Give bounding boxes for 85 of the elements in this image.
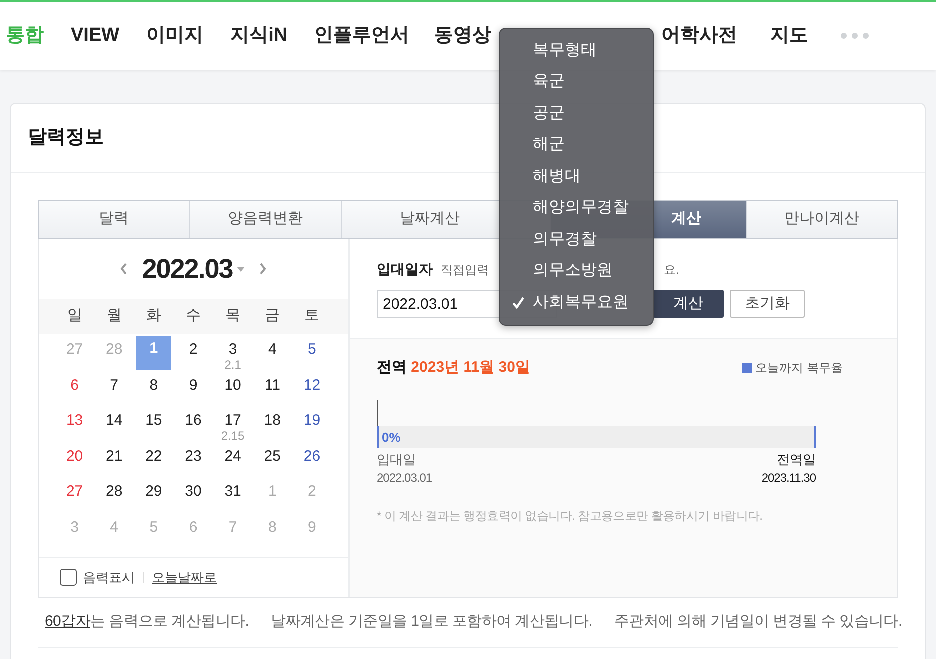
result-label: 전역 — [377, 359, 407, 376]
hint-text: 직접입력 — [441, 262, 489, 278]
calendar-day[interactable]: 28 — [106, 483, 123, 501]
calendar-day[interactable]: 10 — [224, 376, 242, 394]
calendar-day[interactable]: 9 — [189, 376, 198, 394]
lunar-date: 2.15 — [221, 430, 245, 443]
calendar-day[interactable]: 24 — [224, 448, 242, 466]
tab[interactable]: 만나이계산 — [746, 201, 898, 238]
tab[interactable]: 달력 — [39, 201, 190, 238]
menu-item[interactable]: 의무소방원 — [500, 256, 653, 287]
calendar-day[interactable]: 6 — [70, 376, 79, 394]
calendar-day[interactable]: 20 — [66, 448, 84, 466]
weekday-label: 토 — [304, 306, 321, 326]
calendar-day[interactable]: 31 — [224, 483, 242, 501]
calendar-day[interactable]: 23 — [185, 448, 202, 466]
tab[interactable]: 양음력변환 — [189, 201, 341, 238]
previous-icon[interactable] — [120, 263, 128, 275]
today-link[interactable]: 오늘날짜로 — [152, 568, 217, 588]
lunar-date: 2.1 — [224, 359, 242, 372]
progress-percent: 0% — [382, 428, 401, 446]
menu-item[interactable]: 육군 — [500, 66, 653, 98]
card-title: 달력정보 — [28, 126, 104, 150]
calendar-day[interactable]: 14 — [106, 412, 123, 430]
menu-item[interactable]: 해병대 — [500, 161, 653, 192]
calendar-day[interactable]: 15 — [146, 412, 162, 430]
calendar-day[interactable]: 7 — [110, 376, 119, 394]
calendar-day[interactable]: 12 — [304, 376, 321, 394]
nav-tab[interactable]: 지식iN — [230, 22, 288, 50]
weekday-label: 수 — [184, 306, 202, 326]
reset-button[interactable]: 초기화 — [730, 290, 805, 318]
disclaimer-text: * 이 계산 결과는 행정효력이 없습니다. 참고용으로만 활용하시기 바랍니다. — [377, 508, 764, 525]
calculate-button[interactable]: 계산 — [653, 290, 724, 318]
menu-item[interactable]: 복무형태 — [500, 35, 653, 66]
nav-tab[interactable]: 동영상 — [434, 22, 492, 50]
calendar-day[interactable]: 21 — [106, 448, 123, 466]
weekday-label: 일 — [66, 306, 84, 326]
hint-text: 요. — [664, 262, 680, 278]
menu-item[interactable]: 공군 — [500, 98, 653, 130]
calendar-day[interactable]: 8 — [150, 376, 158, 394]
more-icon[interactable] — [840, 33, 869, 39]
calendar-day[interactable]: 19 — [304, 412, 321, 430]
calendar-day[interactable]: 29 — [146, 483, 162, 501]
calendar-day[interactable]: 26 — [304, 448, 321, 466]
month-title[interactable]: 2022.03 — [142, 248, 233, 290]
caret-icon[interactable] — [236, 266, 245, 272]
discharge-date: 2023년 11월 30일 — [411, 359, 530, 376]
calendar-day[interactable]: 11 — [264, 376, 280, 394]
checkbox-label[interactable]: 음력표시 — [83, 568, 135, 588]
calendar-day[interactable]: 25 — [264, 448, 281, 466]
field-label: 입대일자 — [377, 260, 433, 279]
next-icon[interactable] — [258, 263, 267, 275]
start-label: 입대일 — [377, 450, 417, 468]
legend-label: 오늘까지 복무율 — [756, 360, 843, 378]
calendar-day[interactable]: 17 — [224, 412, 242, 430]
end-label: 전역일 — [777, 450, 816, 468]
footnote-text: 날짜계산은 기준일을 1일로 포함하여 계산됩니다. — [271, 612, 592, 632]
start-date: 2022.03.01 — [377, 470, 432, 487]
check-icon — [512, 297, 525, 309]
marker-line — [377, 400, 378, 426]
weekday-label: 월 — [106, 306, 123, 326]
menu-item[interactable]: 해군 — [500, 130, 653, 161]
calendar-day[interactable]: 13 — [66, 412, 84, 430]
footnote-text: 주관처에 의해 기념일이 변경될 수 있습니다. — [614, 612, 902, 632]
calendar-day[interactable]: 3 — [228, 341, 238, 359]
calendar-day[interactable]: 30 — [185, 483, 202, 501]
calendar-day[interactable]: 5 — [308, 341, 316, 359]
calendar-day[interactable]: 27 — [66, 483, 84, 501]
nav-tab[interactable]: 이미지 — [146, 22, 204, 50]
end-date: 2023.11.30 — [762, 470, 816, 487]
calendar-day[interactable]: 4 — [268, 341, 277, 359]
footnote-link[interactable]: 60갑자 — [45, 613, 90, 630]
weekday-label: 금 — [264, 306, 282, 326]
nav-tab[interactable]: 어학사전 — [662, 22, 738, 50]
checkbox[interactable] — [60, 569, 77, 586]
weekday-label: 목 — [224, 306, 242, 326]
footnote-text: 60갑자는 음력으로 계산됩니다. — [45, 612, 250, 632]
calendar-day[interactable]: 2 — [189, 341, 198, 359]
nav-tab[interactable]: 인플루언서 — [314, 22, 410, 50]
nav-tab[interactable]: VIEW — [71, 22, 120, 50]
calendar-day[interactable]: 18 — [264, 412, 281, 430]
nav-tab[interactable]: 지도 — [770, 22, 809, 50]
calendar-day[interactable]: 22 — [146, 448, 162, 466]
weekday-label: 화 — [145, 306, 162, 326]
legend-swatch-icon — [742, 363, 752, 374]
calendar-day[interactable]: 16 — [185, 412, 202, 430]
